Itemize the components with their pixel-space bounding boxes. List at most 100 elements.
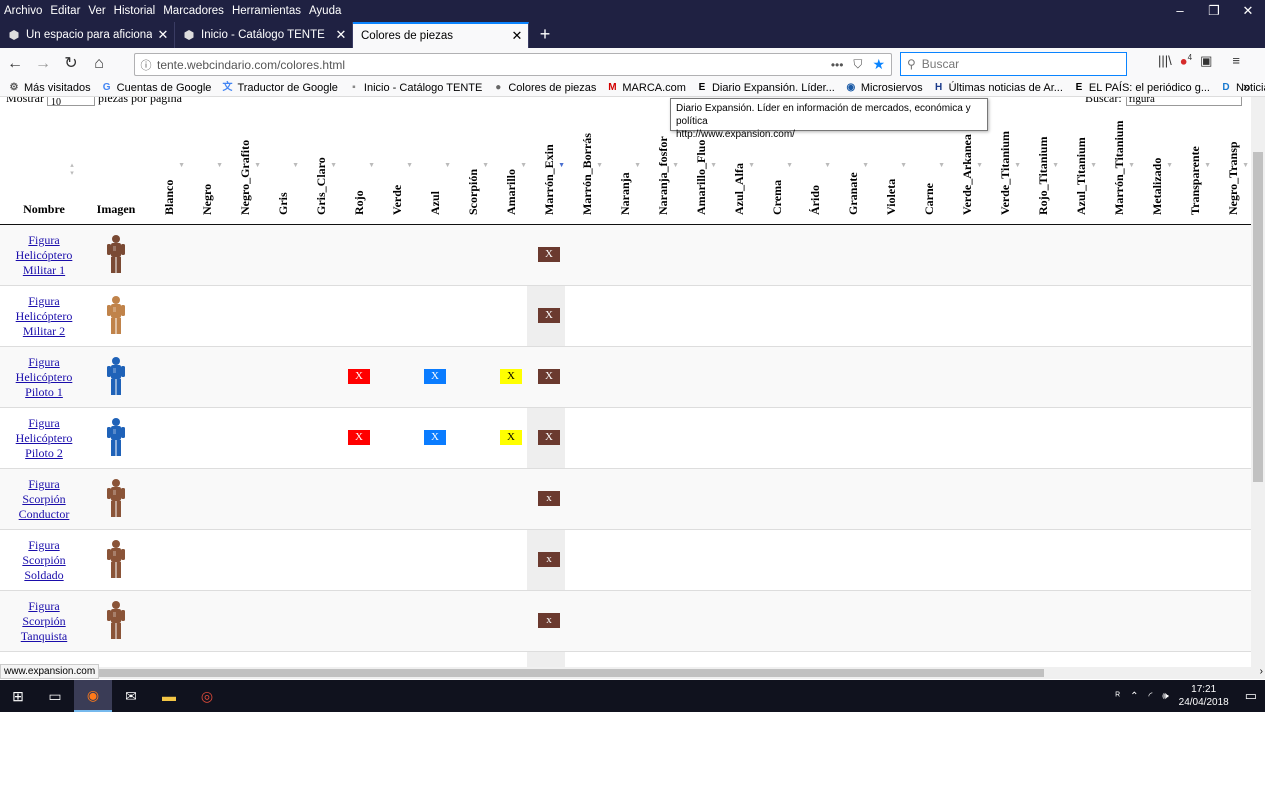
bookmark-microsiervos[interactable]: ◉ Microsiervos xyxy=(845,82,923,94)
notification-icon[interactable]: ▭ xyxy=(1245,688,1257,704)
bookmark-traductor-de-google[interactable]: 文 Traductor de Google xyxy=(221,82,337,94)
tab-un-espacio-para-aficionados-a[interactable]: Un espacio para aficionados a✕ xyxy=(0,22,175,48)
info-icon[interactable]: ⓘ xyxy=(135,57,157,73)
header-rojo[interactable]: Rojo ▼ xyxy=(340,97,378,225)
addon-icon[interactable]: ●4 xyxy=(1180,53,1192,69)
vertical-scrollbar[interactable] xyxy=(1251,97,1265,667)
bookmark-star-icon[interactable]: ★ xyxy=(872,56,885,73)
header-gris-claro[interactable]: Gris_Claro ▼ xyxy=(302,97,340,225)
header-negro-grafito[interactable]: Negro_Grafito ▼ xyxy=(226,97,264,225)
header-nombre[interactable]: Nombre ▴▾ xyxy=(4,97,84,225)
menu-archivo[interactable]: Archivo xyxy=(4,5,42,17)
home-button[interactable]: ⌂ xyxy=(86,51,112,77)
sidebar-icon[interactable]: ▣ xyxy=(1200,53,1212,69)
header-verde[interactable]: Verde ▼ xyxy=(378,97,416,225)
piece-name-link[interactable]: Figura Scorpión Tanquista xyxy=(4,599,84,644)
task-view-icon[interactable]: ▭ xyxy=(36,680,74,712)
piece-name-link[interactable]: Figura Helicóptero Militar 2 xyxy=(4,294,84,339)
header-azul-titanium[interactable]: Azul_Titanium ▼ xyxy=(1062,97,1100,225)
header-amarillo[interactable]: Amarillo ▼ xyxy=(492,97,530,225)
table-header: Nombre ▴▾ Imagen Blanco ▼ Negro ▼ Negro_Grafito… xyxy=(0,97,1251,225)
header-marron-borras[interactable]: Marrón_Borrás ▼ xyxy=(568,97,606,225)
start-icon[interactable]: ⊞ xyxy=(0,680,36,712)
bookmark-colores-de-piezas[interactable]: ● Colores de piezas xyxy=(492,82,596,94)
firefox-icon[interactable]: ◉ xyxy=(74,680,112,712)
search-input[interactable]: ⚲ Buscar xyxy=(900,52,1127,76)
bookmark-el-pais-el-periodico-g[interactable]: E EL PAÍS: el periódico g... xyxy=(1073,82,1210,94)
reload-button[interactable]: ↻ xyxy=(58,51,84,77)
header-marron-titanium[interactable]: Marrón_Titanium ▼ xyxy=(1100,97,1138,225)
header-blanco[interactable]: Blanco ▼ xyxy=(150,97,188,225)
piece-name-link[interactable]: Figura Helicóptero Piloto 1 xyxy=(4,355,84,400)
piece-name-link[interactable]: Figura Helicóptero Militar 1 xyxy=(4,233,84,278)
bookmark-ultimas-noticias-de-ar[interactable]: H Últimas noticias de Ar... xyxy=(933,82,1063,94)
chevron-up-icon[interactable]: ⌃ xyxy=(1130,691,1138,702)
menu-ver[interactable]: Ver xyxy=(88,5,105,17)
menu-historial[interactable]: Historial xyxy=(114,5,156,17)
hamburger-menu-icon[interactable]: ≡ xyxy=(1232,53,1240,69)
bookmark-label: Cuentas de Google xyxy=(116,82,212,94)
sort-icon: ▼ xyxy=(976,161,983,169)
people-icon[interactable]: ᴿ xyxy=(1116,691,1121,702)
chrome-icon[interactable]: ◎ xyxy=(188,680,226,712)
bookmark-cuentas-de-google[interactable]: G Cuentas de Google xyxy=(101,82,212,94)
inicio-catalogo-tente-icon: ▪ xyxy=(352,82,356,93)
table-row: Figura Helicóptero Piloto 2 X X X X xyxy=(0,408,1251,469)
tab-close-icon[interactable]: ✕ xyxy=(506,28,528,44)
sort-icon: ▼ xyxy=(1090,161,1097,169)
bookmarks-more-icon[interactable]: » xyxy=(1243,79,1250,94)
header-metalizado[interactable]: Metalizado ▼ xyxy=(1138,97,1176,225)
menu-ayuda[interactable]: Ayuda xyxy=(309,5,341,17)
header-marron-exin[interactable]: Marrón_Exin ▼ xyxy=(530,97,568,225)
url-bar[interactable]: ⓘ tente.webcindario.com/colores.html •••… xyxy=(134,53,892,76)
header-negro-transp[interactable]: Negro_Transp ▼ xyxy=(1214,97,1251,225)
tab-colores-de-piezas[interactable]: Colores de piezas ✕ xyxy=(353,22,529,48)
page-actions-icon[interactable]: ••• xyxy=(831,58,844,72)
mail-icon[interactable]: ✉ xyxy=(112,680,150,712)
sort-icon: ▴▾ xyxy=(68,161,76,177)
minimize-button[interactable]: – xyxy=(1163,0,1197,22)
close-window-button[interactable]: ✕ xyxy=(1231,0,1265,22)
bookmark-marca-com[interactable]: M MARCA.com xyxy=(606,82,686,94)
library-icon[interactable]: |||\ xyxy=(1158,53,1172,69)
back-button[interactable]: ← xyxy=(2,51,28,77)
header-scorpion[interactable]: Scorpión ▼ xyxy=(454,97,492,225)
menu-editar[interactable]: Editar xyxy=(50,5,80,17)
header-negro[interactable]: Negro ▼ xyxy=(188,97,226,225)
piece-name-link[interactable]: Figura Scorpión Soldado xyxy=(4,538,84,583)
volume-icon[interactable]: 🕪 xyxy=(1162,691,1168,702)
tab-inicio-catalogo-tente[interactable]: Inicio - Catálogo TENTE ✕ xyxy=(175,22,353,48)
url-text[interactable]: tente.webcindario.com/colores.html xyxy=(157,58,831,72)
bookmark-inicio-catalogo-tente[interactable]: ▪ Inicio - Catálogo TENTE xyxy=(348,82,482,94)
header-verde-titanium[interactable]: Verde_Titanium ▼ xyxy=(986,97,1024,225)
header-label: Marrón_Borrás xyxy=(580,133,594,215)
forward-button[interactable]: → xyxy=(30,51,56,77)
bookmark-diario-expansion-lider[interactable]: E Diario Expansión. Líder... xyxy=(696,82,835,94)
network-icon[interactable]: ◜ xyxy=(1148,691,1152,702)
header-label: Gris xyxy=(276,192,290,215)
header-label: Negro_Transp xyxy=(1226,141,1240,215)
bookmark-label: Noticias de última hor... xyxy=(1236,82,1265,94)
header-rojo-titanium[interactable]: Rojo_Titanium ▼ xyxy=(1024,97,1062,225)
maximize-button[interactable]: ❐ xyxy=(1197,0,1231,22)
pocket-icon[interactable]: ⛉ xyxy=(853,57,862,72)
tab-close-icon[interactable]: ✕ xyxy=(330,27,352,43)
mark-azul: X xyxy=(424,369,446,384)
folder-icon[interactable]: ▬ xyxy=(150,680,188,712)
bookmark-mas-visitados[interactable]: ⚙ Más visitados xyxy=(8,82,91,94)
menu-marcadores[interactable]: Marcadores xyxy=(163,5,224,17)
header-naranja[interactable]: Naranja ▼ xyxy=(606,97,644,225)
header-transparente[interactable]: Transparente ▼ xyxy=(1176,97,1214,225)
sort-icon: ▼ xyxy=(1204,161,1211,169)
menu-herramientas[interactable]: Herramientas xyxy=(232,5,301,17)
header-gris[interactable]: Gris ▼ xyxy=(264,97,302,225)
header-azul[interactable]: Azul ▼ xyxy=(416,97,454,225)
bookmark-label: Inicio - Catálogo TENTE xyxy=(363,82,483,94)
bookmark-label: Microsiervos xyxy=(860,82,923,94)
new-tab-button[interactable]: + xyxy=(535,22,555,48)
clock[interactable]: 17:21 24/04/2018 xyxy=(1179,683,1229,709)
horizontal-scrollbar[interactable]: › xyxy=(0,666,1265,679)
piece-name-link[interactable]: Figura Scorpión Conductor xyxy=(4,477,84,522)
tab-close-icon[interactable]: ✕ xyxy=(152,27,174,43)
piece-name-link[interactable]: Figura Helicóptero Piloto 2 xyxy=(4,416,84,461)
